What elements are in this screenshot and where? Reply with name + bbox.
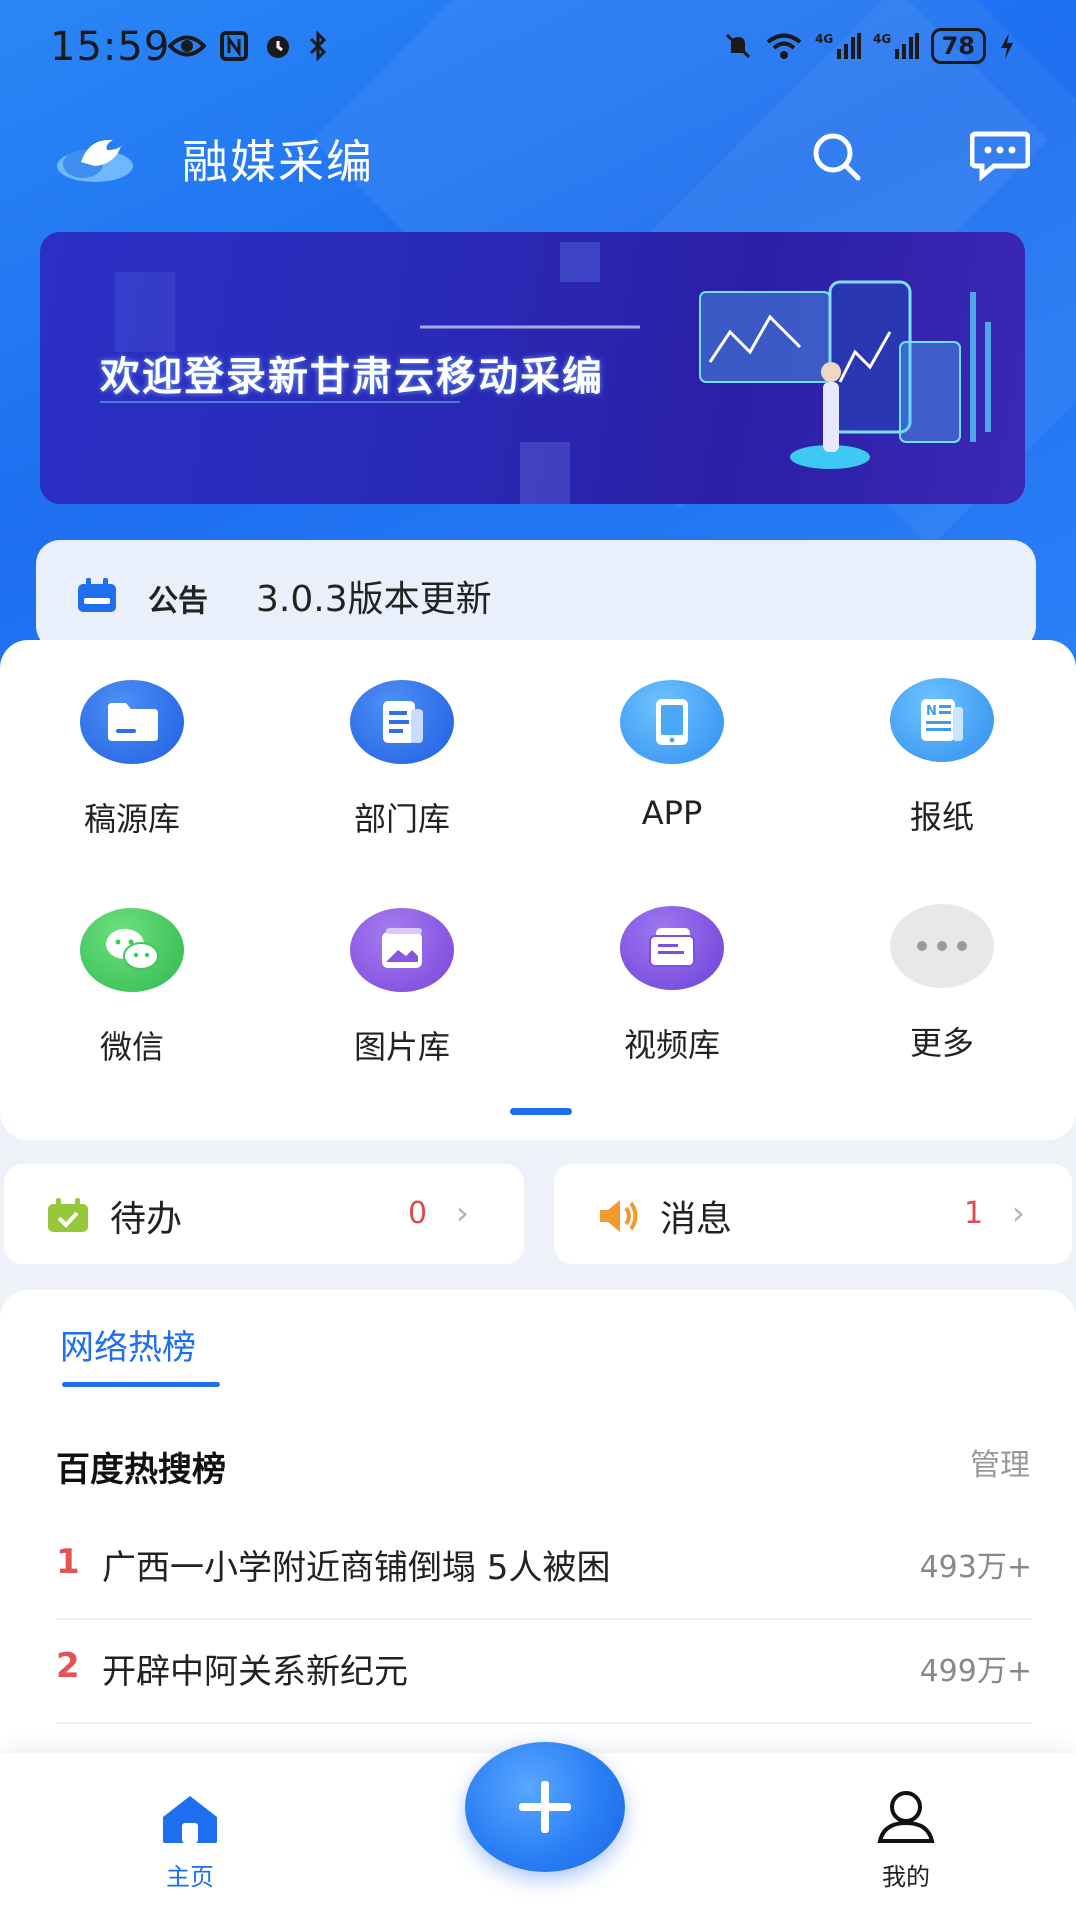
message-icon[interactable] [970,128,1030,184]
messages-count: 1 [964,1196,984,1231]
todo-card[interactable]: 待办 0 › [4,1164,524,1264]
signal-4g-icon: 4G [873,32,919,59]
hot-item-rank: 1 [56,1542,80,1582]
status-bar: 15:59 4G 4G 78 [0,20,1076,76]
more-icon [890,904,994,988]
grid-label: 部门库 [353,800,450,838]
tablet-icon [620,680,724,764]
wifi-icon [766,33,801,59]
tab-active-indicator [62,1382,220,1387]
grid-item-video-library[interactable]: 视频库 [572,906,772,1066]
status-icons-left [168,30,328,62]
todo-label: 待办 [110,1199,183,1240]
grid-label: 视频库 [623,1026,720,1064]
search-icon[interactable] [808,128,864,184]
manage-button[interactable]: 管理 [970,1440,1030,1484]
messages-label: 消息 [660,1199,733,1240]
hot-item-text: 开辟中阿关系新纪元 [102,1652,408,1692]
hot-item-rank: 2 [56,1646,80,1686]
notice-calendar-icon [78,578,116,612]
todo-count: 0 [408,1196,428,1231]
grid-item-department-library[interactable]: 部门库 [302,680,502,840]
charging-icon [1001,33,1013,59]
notice-text: 3.0.3版本更新 [256,579,492,620]
tab-network-hot[interactable]: 网络热榜 [60,1320,196,1369]
eye-icon [168,35,206,57]
bluetooth-icon [309,31,327,61]
folder-icon [80,680,184,764]
grid-item-image-library[interactable]: 图片库 [302,908,502,1068]
alarm-icon [267,36,289,58]
signal-4g-icon: 4G [815,32,861,59]
user-icon [877,1791,935,1843]
messages-card[interactable]: 消息 1 › [554,1164,1072,1264]
add-button[interactable] [465,1742,625,1872]
hot-item-heat: 499万+ [919,1654,1032,1689]
document-icon [350,680,454,764]
tab-home-label: 主页 [166,1863,214,1891]
grid-item-app[interactable]: APP [572,680,772,832]
todo-calendar-icon [48,1198,88,1232]
nfc-icon [220,31,248,61]
grid-label: 更多 [909,1024,974,1062]
tab-me[interactable]: 我的 [866,1789,946,1892]
grid-item-wechat[interactable]: 微信 [32,908,232,1068]
chevron-right-icon: › [1012,1194,1025,1232]
grid-label: APP [641,794,703,832]
chevron-right-icon: › [456,1194,469,1232]
mute-icon [725,33,750,59]
home-icon [163,1796,217,1843]
grid-page-indicator [510,1108,572,1115]
grid-label: 报纸 [909,798,974,836]
hot-item-heat: 493万+ [919,1550,1032,1585]
notice-bar[interactable]: 公告 3.0.3版本更新 [36,540,1036,650]
grid-item-more[interactable]: 更多 [842,904,1042,1064]
banner-text: 欢迎登录新甘肃云移动采编 [100,353,604,400]
hot-item[interactable]: 2 开辟中阿关系新纪元 499万+ [56,1620,1032,1724]
hot-item[interactable]: 1 广西一小学附近商铺倒塌 5人被困 493万+ [56,1516,1032,1620]
hot-list-title: 百度热搜榜 [56,1450,226,1490]
notice-label: 公告 [148,584,208,619]
grid-item-source-library[interactable]: 稿源库 [32,680,232,840]
battery-icon: 78 [930,28,986,64]
tab-me-label: 我的 [882,1863,930,1891]
app-title: 融媒采编 [182,135,374,189]
app-header: 融媒采编 [0,118,1076,198]
wechat-icon [80,908,184,992]
status-icons-right: 4G 4G 78 [723,28,1016,64]
grid-item-newspaper[interactable]: N 报纸 [842,678,1042,838]
welcome-banner[interactable]: 欢迎登录新甘肃云移动采编 [40,232,1025,504]
newspaper-icon: N [890,678,994,762]
grid-label: 稿源库 [83,800,180,838]
video-library-icon [620,906,724,990]
plus-icon [519,1781,571,1833]
image-icon [350,908,454,992]
status-time: 15:59 [50,24,171,70]
speaker-icon [600,1200,638,1232]
svg-text:4G: 4G [873,32,891,46]
svg-text:4G: 4G [815,32,833,46]
app-logo-icon [57,139,133,182]
svg-text:N: N [926,704,937,719]
grid-label: 微信 [99,1028,164,1066]
tab-home[interactable]: 主页 [150,1793,230,1892]
grid-label: 图片库 [353,1028,450,1066]
hot-item-text: 广西一小学附近商铺倒塌 5人被困 [102,1548,611,1588]
